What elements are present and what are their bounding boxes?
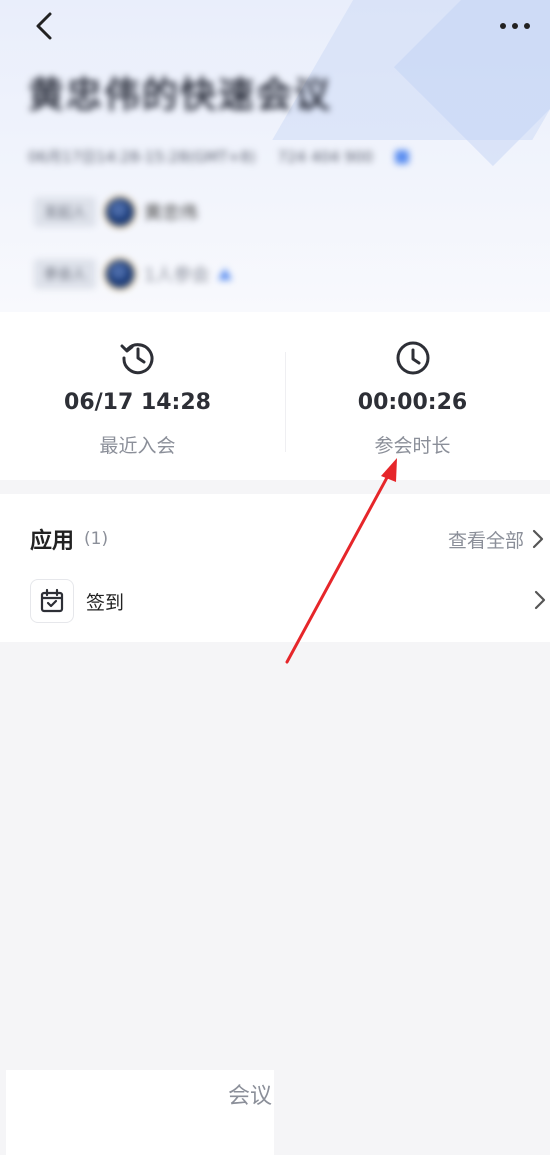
duration-label: 参会时长 bbox=[374, 435, 451, 457]
attendee-row[interactable]: 参会人 1人参会 bbox=[34, 258, 233, 290]
app-item-checkin[interactable]: 签到 bbox=[30, 578, 546, 624]
divider bbox=[285, 352, 286, 452]
meeting-title: 黄忠伟的快速会议 bbox=[28, 75, 333, 116]
chevron-left-icon bbox=[36, 12, 52, 40]
stat-duration: 00:00:26 参会时长 bbox=[275, 312, 550, 480]
expand-triangle-icon bbox=[218, 268, 233, 280]
history-clock-icon bbox=[120, 343, 153, 375]
recent-join-label: 最近入会 bbox=[99, 435, 176, 457]
meeting-stats: 06/17 14:28 最近入会 00:00:26 参会时长 bbox=[0, 312, 550, 480]
more-dots-icon bbox=[500, 23, 530, 29]
host-name: 黄忠伟 bbox=[144, 203, 198, 224]
meeting-id: 724 404 900 bbox=[277, 147, 374, 166]
recent-join-value: 06/17 14:28 bbox=[64, 390, 211, 415]
chevron-right-icon bbox=[532, 529, 544, 549]
duration-value: 00:00:26 bbox=[357, 390, 468, 415]
app-name: 签到 bbox=[86, 591, 125, 614]
attendee-count: 1人参会 bbox=[144, 265, 210, 286]
avatar bbox=[104, 258, 136, 290]
meeting-time: 06月17日14:28-15:28(GMT+8) bbox=[28, 148, 256, 166]
bottom-tab-meeting[interactable]: 会议 bbox=[6, 1070, 274, 1155]
apps-count: (1) bbox=[84, 529, 109, 549]
calendar-check-icon bbox=[40, 588, 64, 613]
role-chip: 参会人 bbox=[34, 259, 96, 289]
host-row: 发起人 黄忠伟 bbox=[34, 196, 198, 228]
meeting-header: 黄忠伟的快速会议 06月17日14:28-15:28(GMT+8) 724 40… bbox=[0, 0, 550, 312]
app-icon-box bbox=[30, 579, 74, 623]
clock-icon bbox=[396, 341, 429, 375]
chevron-right-icon bbox=[534, 590, 546, 610]
avatar bbox=[104, 196, 136, 228]
bottom-tab-label: 会议 bbox=[227, 1084, 272, 1109]
back-button[interactable] bbox=[24, 6, 64, 46]
view-all-label: 查看全部 bbox=[447, 529, 524, 552]
stat-recent-join: 06/17 14:28 最近入会 bbox=[0, 312, 275, 480]
apps-section: 应用 (1) 查看全部 签到 bbox=[0, 494, 550, 642]
meeting-detail-page: 黄忠伟的快速会议 06月17日14:28-15:28(GMT+8) 724 40… bbox=[0, 0, 550, 1155]
apps-title: 应用 bbox=[30, 529, 75, 554]
role-chip: 发起人 bbox=[34, 197, 96, 227]
meeting-meta: 06月17日14:28-15:28(GMT+8) 724 404 900 bbox=[28, 146, 410, 167]
more-button[interactable] bbox=[490, 6, 540, 46]
apps-header: 应用 (1) 查看全部 bbox=[30, 522, 550, 556]
copy-icon[interactable] bbox=[395, 149, 410, 164]
view-all-link[interactable]: 查看全部 bbox=[448, 522, 544, 556]
